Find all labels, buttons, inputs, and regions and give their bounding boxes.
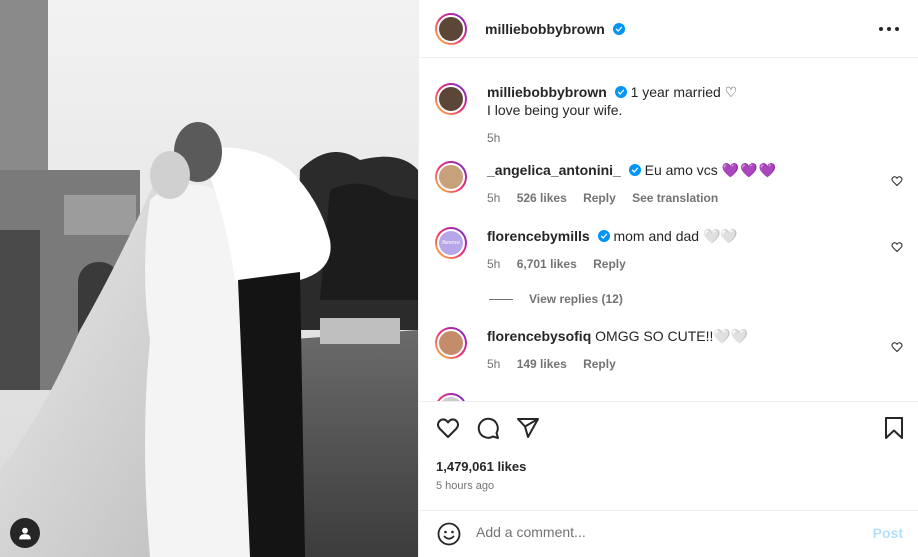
heart-icon[interactable]	[436, 416, 460, 440]
commenter-avatar[interactable]	[435, 393, 467, 401]
comment-input[interactable]	[476, 524, 836, 540]
caption-text-line2: I love being your wife.	[487, 102, 623, 118]
comment-time[interactable]: 5h	[487, 357, 500, 371]
action-bar: 1,479,061 likes 5 hours ago	[419, 401, 918, 511]
post-details-panel: milliebobbybrown milliebobbybrown 1 year…	[418, 0, 918, 557]
author-avatar[interactable]	[435, 12, 467, 45]
post-button[interactable]: Post	[873, 525, 903, 541]
view-replies-divider	[489, 298, 513, 300]
caption-time[interactable]: 5h	[487, 131, 500, 145]
commenter-username[interactable]: florencebymills	[487, 228, 590, 244]
user-icon	[19, 527, 31, 540]
commenter-username[interactable]: florencebysofiq	[487, 328, 591, 344]
author-username[interactable]: milliebobbybrown	[485, 21, 625, 37]
bookmark-icon[interactable]	[882, 416, 906, 440]
emoji-icon[interactable]	[437, 522, 461, 546]
comment-likes[interactable]: 149 likes	[517, 357, 567, 371]
comment-time[interactable]: 5h	[487, 191, 500, 205]
reply-button[interactable]: Reply	[583, 357, 616, 371]
post-photo[interactable]	[0, 0, 418, 557]
more-icon	[879, 27, 899, 31]
commenter-avatar[interactable]	[435, 327, 467, 359]
comments-list[interactable]: milliebobbybrown 1 year married ♡ I love…	[419, 59, 918, 401]
user-tag-button[interactable]	[10, 518, 40, 548]
more-options-button[interactable]	[877, 18, 901, 40]
comment-heart-icon[interactable]	[891, 175, 903, 187]
reply-button[interactable]: Reply	[583, 191, 616, 205]
comment-text: Eu amo vcs	[644, 162, 718, 178]
comment-text: mom and dad 🤍🤍	[613, 228, 738, 244]
comment-time[interactable]: 5h	[487, 257, 500, 271]
comment-icon[interactable]	[476, 416, 500, 440]
caption-username[interactable]: milliebobbybrown	[487, 84, 607, 100]
avatar-wordmark: florence	[442, 240, 460, 246]
caption-avatar[interactable]	[435, 83, 467, 115]
post-timestamp[interactable]: 5 hours ago	[436, 480, 494, 492]
author-username-text[interactable]: milliebobbybrown	[485, 21, 605, 37]
view-replies-button[interactable]: View replies (12)	[489, 292, 623, 306]
caption-text-line1: 1 year married ♡	[630, 84, 738, 100]
commenter-avatar[interactable]	[435, 161, 467, 193]
verified-icon	[614, 86, 627, 98]
see-translation-button[interactable]: See translation	[632, 191, 718, 205]
verified-icon	[612, 22, 625, 35]
likes-count[interactable]: 1,479,061 likes	[436, 459, 526, 474]
comment-heart-icon[interactable]	[891, 241, 903, 253]
verified-icon	[597, 230, 610, 242]
commenter-avatar[interactable]: florence	[435, 227, 467, 259]
comment-heart-icon[interactable]	[891, 341, 903, 353]
verified-icon	[628, 164, 641, 176]
comment-hearts: 💜💜💜	[721, 162, 777, 178]
view-replies-label[interactable]: View replies (12)	[529, 292, 623, 306]
comment-likes[interactable]: 526 likes	[517, 191, 567, 205]
comment-likes[interactable]: 6,701 likes	[517, 257, 577, 271]
send-icon[interactable]	[516, 416, 540, 440]
commenter-username[interactable]: _angelica_antonini_	[487, 162, 621, 178]
wedding-photo	[0, 0, 418, 557]
reply-button[interactable]: Reply	[593, 257, 626, 271]
post-header: milliebobbybrown	[419, 0, 918, 58]
comment-composer: Post	[419, 510, 918, 557]
comment-text: OMGG SO CUTE!!🤍🤍	[595, 328, 749, 344]
